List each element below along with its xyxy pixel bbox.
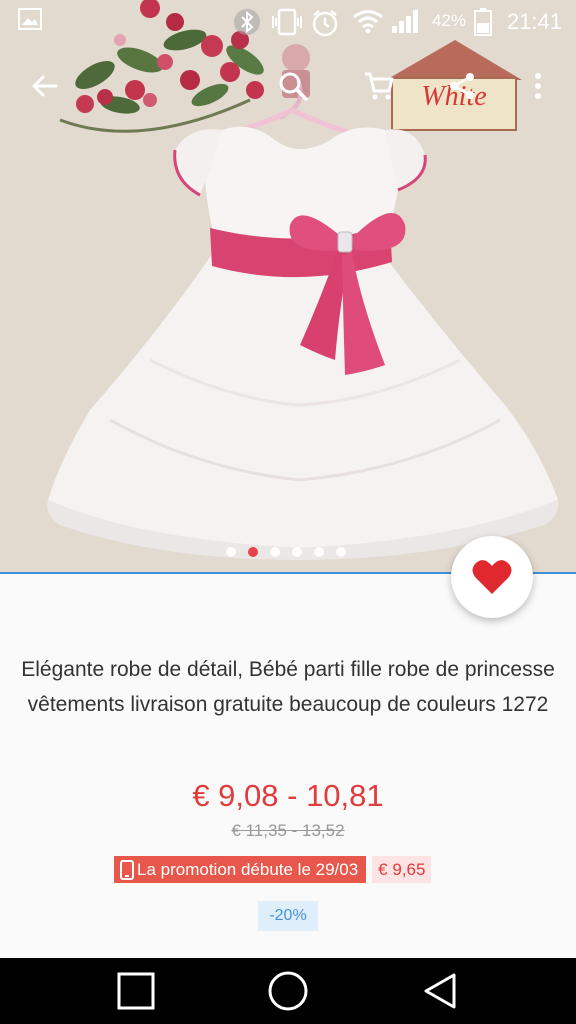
cart-button[interactable] <box>355 62 403 110</box>
search-icon <box>279 72 308 101</box>
wifi-icon <box>352 8 384 34</box>
promotion-banner: La promotion débute le 29/03 <box>114 856 367 883</box>
cart-icon <box>365 72 394 100</box>
image-icon <box>18 8 42 30</box>
recent-apps-button[interactable] <box>106 966 166 1016</box>
recent-apps-icon <box>117 972 155 1010</box>
signal-icon <box>391 8 421 34</box>
app-bar <box>0 56 576 116</box>
promotion-price: € 9,65 <box>372 856 432 883</box>
battery-icon <box>474 8 492 36</box>
more-vert-icon <box>535 73 541 99</box>
carousel-dot[interactable] <box>314 547 324 557</box>
home-button[interactable] <box>258 966 318 1016</box>
price-range: € 9,08 - 10,81 <box>192 778 384 813</box>
alarm-icon <box>310 8 340 38</box>
back-button[interactable] <box>20 62 68 110</box>
battery-percent: 42% <box>431 11 466 30</box>
more-options-button[interactable] <box>514 62 562 110</box>
product-title: Elégante robe de détail, Bébé parti fill… <box>21 658 555 716</box>
back-nav-button[interactable] <box>410 966 470 1016</box>
favorite-button[interactable] <box>451 536 533 618</box>
home-icon <box>268 971 308 1011</box>
search-button[interactable] <box>269 62 317 110</box>
vibrate-icon <box>270 8 304 36</box>
carousel-dot[interactable] <box>336 547 346 557</box>
discount-badge: -20% <box>258 901 318 931</box>
heart-icon <box>472 560 512 594</box>
carousel-dot[interactable] <box>226 547 236 557</box>
back-icon <box>424 973 456 1009</box>
phone-icon <box>120 859 134 880</box>
carousel-indicator <box>226 547 346 557</box>
share-icon <box>450 73 474 99</box>
bluetooth-icon <box>233 8 261 36</box>
original-price: € 11,35 - 13,52 <box>231 821 345 840</box>
share-button[interactable] <box>438 62 486 110</box>
promotion-row: La promotion débute le 29/03 € 9,65 <box>114 856 432 883</box>
navigation-bar <box>0 958 576 1024</box>
back-arrow-icon <box>31 75 58 97</box>
carousel-dot[interactable] <box>292 547 302 557</box>
status-bar: 42% 21:41 <box>0 0 576 44</box>
clock: 21:41 <box>506 9 562 34</box>
carousel-dot[interactable] <box>270 547 280 557</box>
carousel-dot-active[interactable] <box>248 547 258 557</box>
promotion-text: La promotion débute le 29/03 <box>137 859 359 879</box>
